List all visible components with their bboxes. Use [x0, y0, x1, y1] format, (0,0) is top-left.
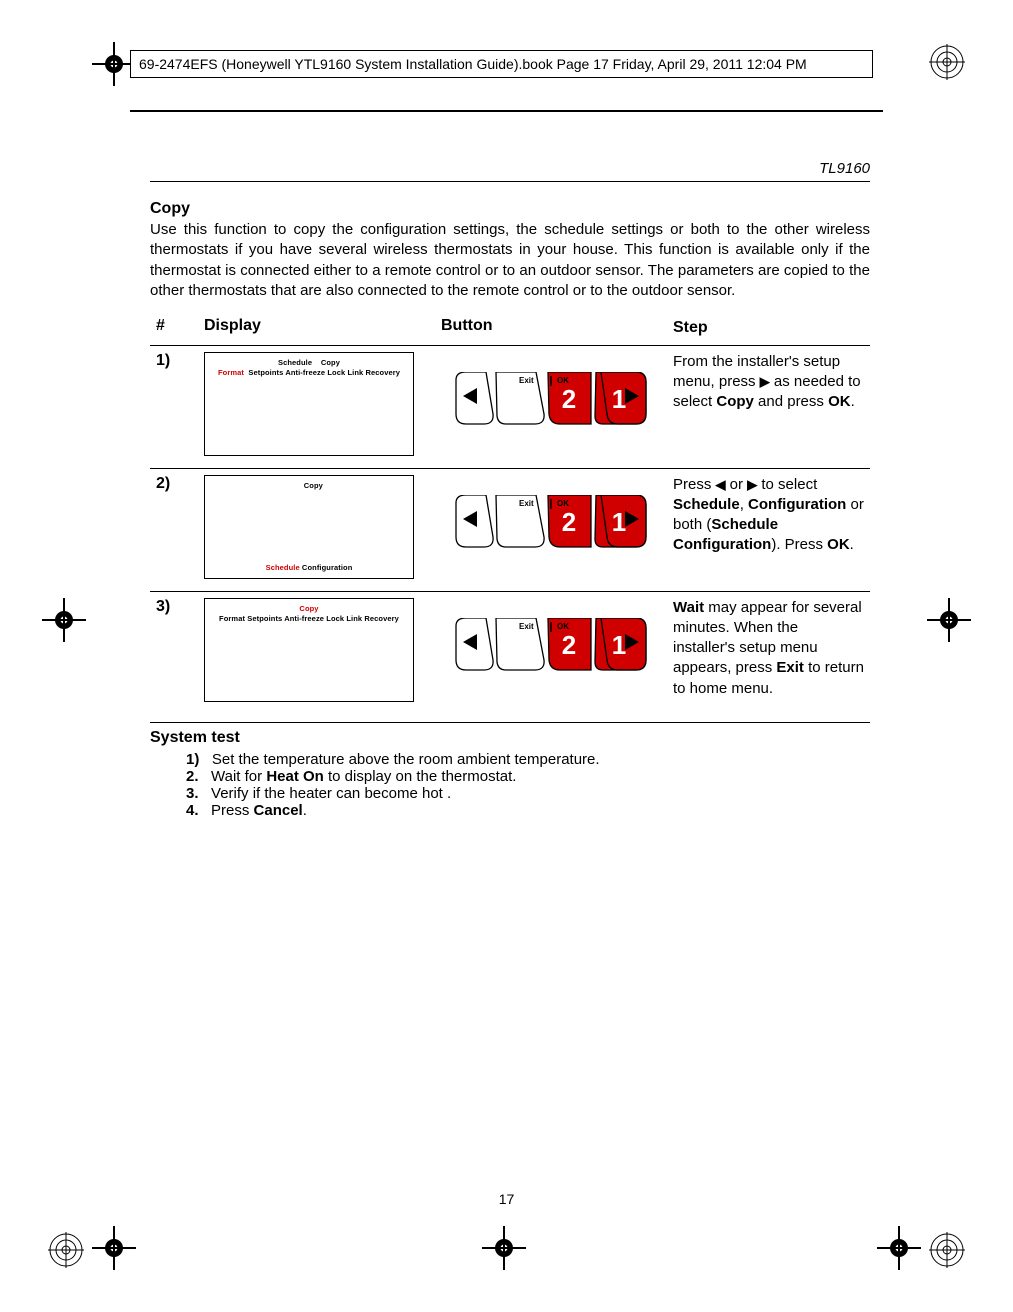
- svg-text:Exit: Exit: [519, 376, 534, 385]
- svg-text:2: 2: [562, 384, 576, 414]
- list-item: 4. Press Cancel.: [186, 802, 870, 819]
- display-cell: Copy Schedule Configuration: [198, 468, 435, 591]
- svg-text:1: 1: [612, 507, 626, 537]
- section-title-systest: System test: [150, 729, 870, 747]
- system-test-list: 1) Set the temperature above the room am…: [150, 751, 870, 819]
- copy-description: Use this function to copy the configurat…: [150, 220, 870, 301]
- registration-mark-br: [929, 1232, 965, 1268]
- col-header-num: #: [150, 311, 198, 345]
- button-cell: 2 1 Exit OK: [435, 345, 667, 468]
- step-number: 1): [150, 345, 198, 468]
- display-cell: Copy Format Setpoints Anti-freeze Lock L…: [198, 591, 435, 714]
- svg-text:OK: OK: [557, 499, 569, 508]
- framemaker-header: 69-2474EFS (Honeywell YTL9160 System Ins…: [130, 50, 873, 78]
- registration-mark-bl: [48, 1232, 84, 1268]
- svg-text:2: 2: [562, 630, 576, 660]
- rule: [150, 722, 870, 723]
- registration-mark-tr: [929, 44, 965, 80]
- header-text: 69-2474EFS (Honeywell YTL9160 System Ins…: [139, 56, 807, 72]
- step-description: Press ◀ or ▶ to select Schedule, Configu…: [667, 468, 870, 591]
- table-row: 1) Schedule Copy Format Setpoints Anti-f…: [150, 345, 870, 468]
- svg-text:Exit: Exit: [519, 622, 534, 631]
- list-item: 2. Wait for Heat On to display on the th…: [186, 768, 870, 785]
- steps-table: # Display Button Step 1) Schedule Copy F…: [150, 311, 870, 714]
- table-row: 2) Copy Schedule Configuration 2 1 Exit …: [150, 468, 870, 591]
- page-number: 17: [0, 1191, 1013, 1207]
- thermostat-buttons: 2 1 Exit OK: [451, 618, 651, 678]
- header-underline: [130, 110, 883, 112]
- step-description: Wait may appear for several minutes. Whe…: [667, 591, 870, 714]
- col-header-display: Display: [198, 311, 435, 345]
- thermostat-lcd: Copy Format Setpoints Anti-freeze Lock L…: [204, 598, 414, 702]
- display-cell: Schedule Copy Format Setpoints Anti-free…: [198, 345, 435, 468]
- button-cell: 2 1 Exit OK: [435, 468, 667, 591]
- svg-text:OK: OK: [557, 622, 569, 631]
- thermostat-buttons: 2 1 Exit OK: [451, 372, 651, 432]
- button-cell: 2 1 Exit OK: [435, 591, 667, 714]
- crosshair-icon: [875, 1224, 923, 1272]
- crosshair-icon: [90, 1224, 138, 1272]
- step-number: 3): [150, 591, 198, 714]
- svg-text:OK: OK: [557, 376, 569, 385]
- step-description: From the installer's setup menu, press ▶…: [667, 345, 870, 468]
- crosshair-icon: [40, 596, 88, 644]
- svg-text:1: 1: [612, 384, 626, 414]
- thermostat-lcd: Copy Schedule Configuration: [204, 475, 414, 579]
- table-row: 3) Copy Format Setpoints Anti-freeze Loc…: [150, 591, 870, 714]
- crosshair-icon: [480, 1224, 528, 1272]
- svg-text:2: 2: [562, 507, 576, 537]
- list-item: 3. Verify if the heater can become hot .: [186, 785, 870, 802]
- svg-text:Exit: Exit: [519, 499, 534, 508]
- step-number: 2): [150, 468, 198, 591]
- list-item: 1) Set the temperature above the room am…: [186, 751, 870, 768]
- rule: [150, 181, 870, 182]
- col-header-button: Button: [435, 311, 667, 345]
- thermostat-buttons: 2 1 Exit OK: [451, 495, 651, 555]
- thermostat-lcd: Schedule Copy Format Setpoints Anti-free…: [204, 352, 414, 456]
- col-header-step: Step: [667, 311, 870, 345]
- section-title-copy: Copy: [150, 200, 870, 218]
- crosshair-icon: [925, 596, 973, 644]
- svg-text:1: 1: [612, 630, 626, 660]
- model-number: TL9160: [150, 160, 870, 177]
